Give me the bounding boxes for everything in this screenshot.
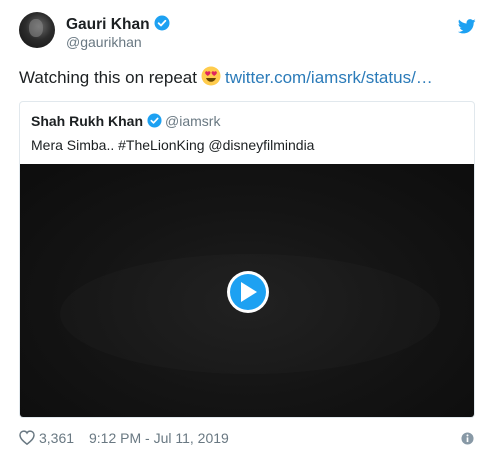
author-name-text: Gauri Khan <box>66 16 150 33</box>
video-player[interactable] <box>20 164 474 417</box>
info-icon[interactable] <box>461 431 474 449</box>
tweet-body-text: Watching this on repeat <box>19 68 197 87</box>
quoted-author-handle[interactable]: @iamsrk <box>165 113 220 129</box>
heart-eyes-emoji-icon <box>201 66 221 93</box>
quoted-tweet-text: Mera Simba.. #TheLionKing @disneyfilmind… <box>31 137 315 153</box>
status-link[interactable]: twitter.com/iamsrk/status/… <box>225 68 433 87</box>
play-icon <box>241 282 257 302</box>
tweet-footer: 3,361 9:12 PM - Jul 11, 2019 <box>19 429 475 447</box>
quoted-author-name[interactable]: Shah Rukh Khan <box>31 113 143 129</box>
avatar-photo <box>29 19 43 37</box>
author-display-name[interactable]: Gauri Khan <box>66 15 170 36</box>
play-button[interactable] <box>227 271 269 313</box>
verified-badge-icon <box>154 15 170 36</box>
quoted-verified-badge-icon <box>147 113 162 132</box>
quoted-tweet-header: Shah Rukh Khan @iamsrk <box>31 113 220 132</box>
tweet-timestamp[interactable]: 9:12 PM - Jul 11, 2019 <box>89 429 229 447</box>
quoted-tweet-card[interactable]: Shah Rukh Khan @iamsrk Mera Simba.. #TheL… <box>19 101 475 418</box>
author-handle[interactable]: @gaurikhan <box>66 34 142 50</box>
tweet-text: Watching this on repeat twitter.com/iamsr… <box>19 66 433 93</box>
like-count[interactable]: 3,361 <box>39 429 74 447</box>
author-avatar[interactable] <box>19 12 55 48</box>
twitter-bird-icon[interactable] <box>457 19 476 39</box>
heart-icon[interactable] <box>19 430 35 449</box>
